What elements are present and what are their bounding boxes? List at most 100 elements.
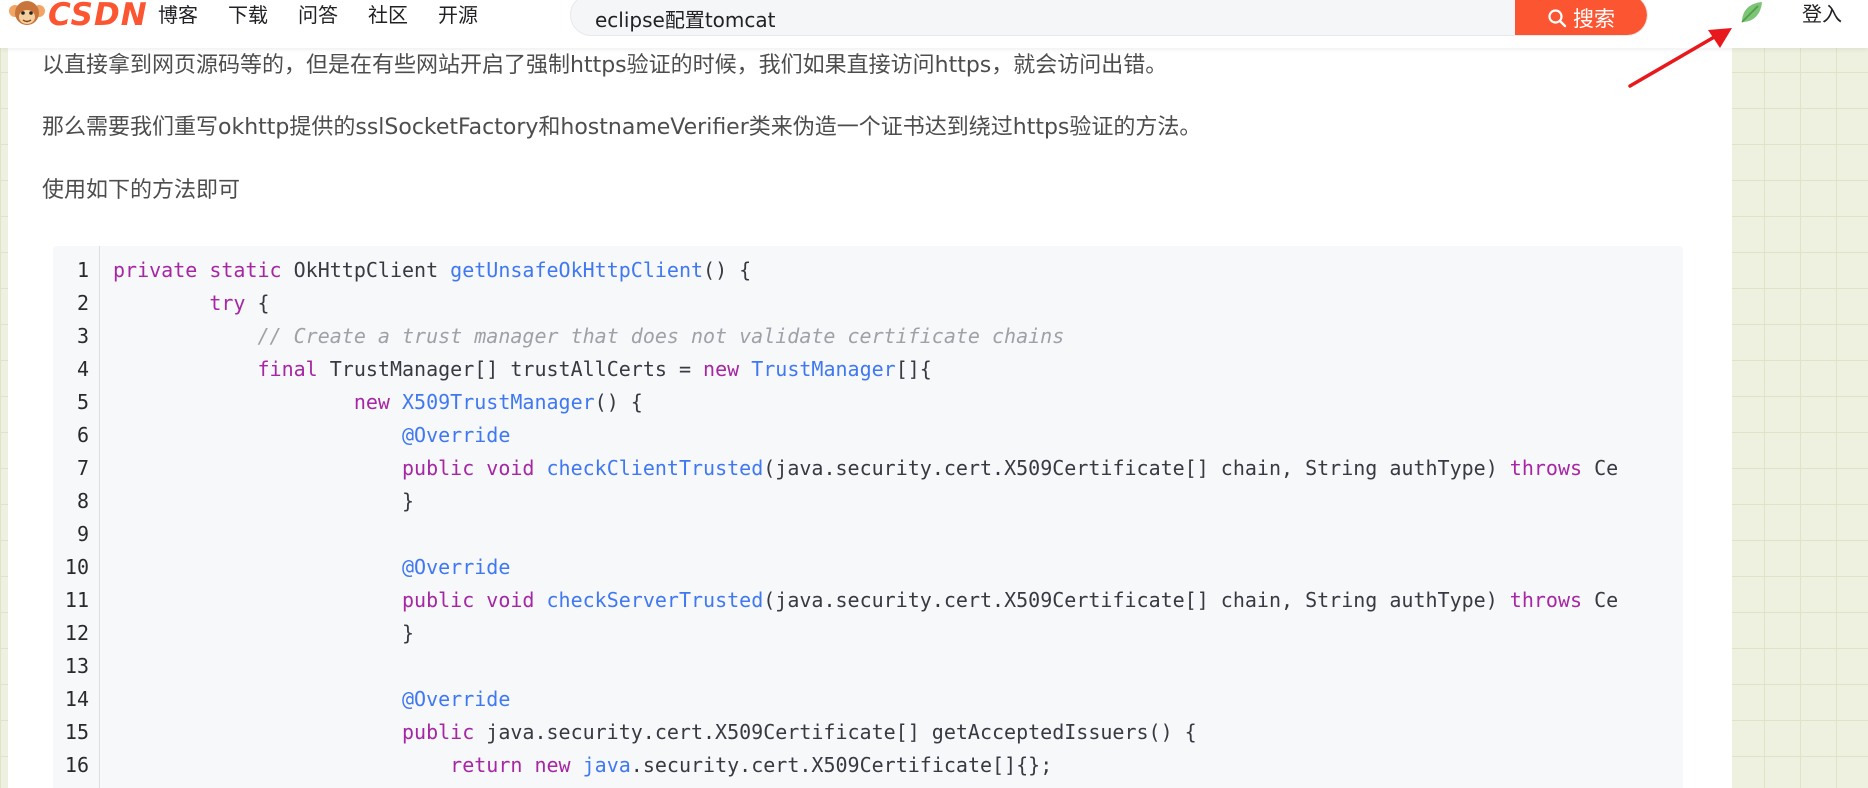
code-line: // Create a trust manager that does not … — [113, 320, 1065, 353]
line-number: 11 — [64, 588, 89, 612]
code-token: (java.security.cert.X509Certificate[] ch… — [763, 456, 1510, 480]
line-number: 1 — [76, 258, 89, 282]
code-token: } — [113, 621, 415, 645]
code-token: void — [486, 456, 535, 480]
line-number: 15 — [64, 720, 89, 744]
code-line: public void checkClientTrusted(java.secu… — [113, 452, 1618, 485]
line-number: 9 — [76, 522, 89, 546]
search-input[interactable] — [595, 0, 1495, 35]
code-token: OkHttpClient — [281, 258, 451, 282]
code-token: return — [450, 753, 523, 777]
code-line: } — [113, 617, 414, 650]
code-line: try { — [113, 287, 270, 320]
code-token: public — [401, 588, 475, 612]
nav-item-download[interactable]: 下载 — [228, 1, 268, 29]
code-block[interactable]: 1 2 3 4 5 6 7 8 9 10 11 12 13 14 15 16 private static O… — [53, 246, 1683, 788]
line-number: 10 — [64, 555, 89, 579]
code-token: X509TrustManager — [402, 390, 595, 414]
code-token: new — [534, 753, 571, 777]
code-token: java — [582, 753, 631, 777]
login-link[interactable]: 登入 — [1802, 0, 1842, 28]
search-icon — [1548, 9, 1567, 28]
line-number: 3 — [76, 324, 89, 348]
search-button-label: 搜索 — [1573, 7, 1615, 31]
line-number: 7 — [76, 456, 89, 480]
nav-item-blog[interactable]: 博客 — [158, 1, 198, 29]
line-number: 5 — [76, 390, 89, 414]
code-line: final TrustManager[] trustAllCerts = new… — [113, 353, 932, 386]
code-token: final — [257, 357, 318, 381]
code-token: TrustManager[] trustAllCerts = — [317, 357, 704, 381]
code-token: } — [113, 489, 415, 513]
line-number: 2 — [76, 291, 89, 315]
article-paragraph: 使用如下的方法即可 — [42, 178, 241, 203]
code-line: @Override — [113, 551, 510, 584]
annotation-arrow-icon — [1628, 28, 1732, 88]
code-token: public — [401, 456, 475, 480]
code-token: @Override — [401, 687, 511, 711]
line-number: 16 — [64, 753, 89, 777]
code-token: Ce — [1582, 456, 1619, 480]
line-number-gutter: 1 2 3 4 5 6 7 8 9 10 11 12 13 14 15 16 — [53, 246, 100, 788]
code-token: []{ — [895, 357, 932, 381]
code-token: throws — [1509, 588, 1583, 612]
line-number: 12 — [64, 621, 89, 645]
article-paragraph: 那么需要我们重写okhttp提供的sslSocketFactory和hostna… — [42, 115, 1202, 140]
code-token: (java.security.cert.X509Certificate[] ch… — [763, 588, 1510, 612]
code-token: Ce — [1582, 588, 1619, 612]
code-token: getUnsafeOkHttpClient — [450, 258, 704, 282]
search-bar: 搜索 — [570, 0, 1648, 36]
logo-text: CSDN — [48, 0, 148, 33]
code-token: // Create a trust manager that does not … — [257, 324, 1065, 348]
article-paragraph: 以直接拿到网页源码等的，但是在有些网站开启了强制https验证的时候，我们如果直… — [42, 53, 1168, 78]
code-token: throws — [1509, 456, 1583, 480]
code-token: new — [703, 357, 740, 381]
code-token: @Override — [401, 555, 511, 579]
code-token: checkClientTrusted — [546, 456, 764, 480]
main-nav: 博客 下载 问答 社区 开源 — [158, 0, 508, 30]
mascot-icon — [9, 1, 45, 25]
nav-item-qa[interactable]: 问答 — [298, 1, 338, 29]
code-token: { — [245, 291, 270, 315]
code-token: @Override — [401, 423, 511, 447]
code-token: try — [209, 291, 246, 315]
code-line: } — [113, 485, 414, 518]
line-number: 6 — [76, 423, 89, 447]
code-token: checkServerTrusted — [546, 588, 764, 612]
code-token: static — [209, 258, 282, 282]
code-line: @Override — [113, 683, 510, 716]
leaf-icon[interactable] — [1738, 0, 1764, 26]
csdn-logo[interactable]: CSDN — [8, 0, 148, 33]
code-token: public — [401, 720, 475, 744]
code-line: @Override — [113, 419, 510, 452]
line-number: 8 — [76, 489, 89, 513]
code-line: new X509TrustManager() { — [113, 386, 643, 419]
code-token: () { — [594, 390, 643, 414]
nav-item-opensource[interactable]: 开源 — [438, 1, 478, 29]
code-token: TrustManager — [751, 357, 896, 381]
article-content: 以直接拿到网页源码等的，但是在有些网站开启了强制https验证的时候，我们如果直… — [8, 0, 1732, 788]
code-token: void — [486, 588, 535, 612]
nav-item-community[interactable]: 社区 — [368, 1, 408, 29]
line-number: 4 — [76, 357, 89, 381]
line-number: 13 — [64, 654, 89, 678]
code-line: public java.security.cert.X509Certificat… — [113, 716, 1197, 749]
